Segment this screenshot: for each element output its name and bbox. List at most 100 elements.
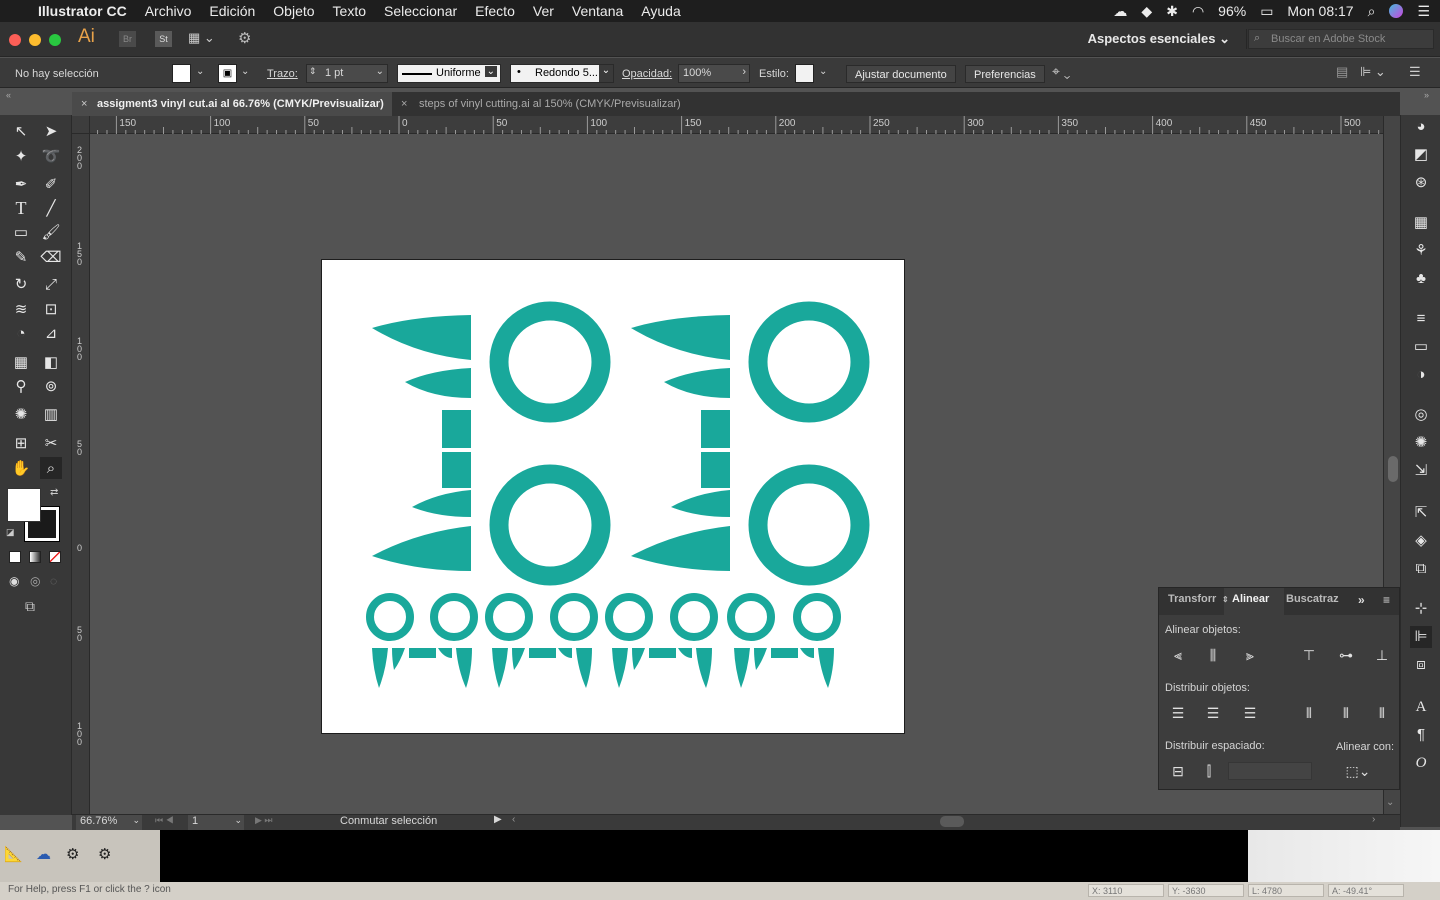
menu-seleccionar[interactable]: Seleccionar [375, 3, 466, 19]
creative-cloud-icon[interactable]: ☁ [1113, 3, 1127, 20]
gradient-panel-icon[interactable]: ▭ [1410, 336, 1432, 358]
paragraph-panel-icon[interactable]: ¶ [1410, 724, 1432, 746]
zoom-level-field[interactable]: 66.76% ⌄ [76, 815, 142, 830]
draw-behind-icon[interactable]: ◎ [30, 574, 40, 588]
appearance-panel-icon[interactable]: ◎ [1410, 404, 1432, 426]
menu-app-name[interactable]: Illustrator CC [29, 3, 136, 19]
graphic-styles-icon[interactable]: ✺ [1410, 432, 1432, 454]
blend-tool-icon[interactable]: ⊚ [40, 375, 62, 397]
menu-efecto[interactable]: Efecto [466, 3, 524, 19]
stock-button[interactable]: St [155, 31, 172, 47]
spacing-value-field[interactable] [1228, 762, 1312, 780]
default-fill-stroke-icon[interactable]: ◪ [6, 527, 15, 538]
scroll-right-icon[interactable]: › [1372, 814, 1375, 825]
variable-width-profile[interactable]: Uniforme ⌄ [397, 64, 501, 83]
window-close-button[interactable] [9, 34, 21, 46]
opacity-field[interactable]: 100% › [678, 64, 750, 83]
align-bottom-icon[interactable]: ⊥ [1373, 646, 1391, 664]
stroke-label[interactable]: Trazo: [267, 65, 298, 83]
style-dropdown-icon[interactable]: ⌄ [819, 66, 827, 77]
draw-normal-icon[interactable]: ◉ [9, 574, 19, 588]
direct-selection-tool-icon[interactable]: ➤ [40, 120, 62, 142]
hand-tool-icon[interactable]: ✋ [10, 457, 32, 479]
character-panel-icon[interactable]: A [1410, 696, 1432, 718]
tab-align[interactable]: Alinear [1232, 593, 1269, 605]
ruler-tool-icon[interactable]: 📐 [4, 845, 23, 863]
tab-pathfinder[interactable]: Buscatraz [1286, 593, 1339, 605]
perspective-grid-tool-icon[interactable]: ⊿ [40, 322, 62, 344]
asset-export-icon[interactable]: ⇲ [1410, 460, 1432, 482]
free-transform-tool-icon[interactable]: ⊡ [40, 298, 62, 320]
symbol-sprayer-tool-icon[interactable]: ✺ [10, 403, 32, 425]
adjust-document-button[interactable]: Ajustar documento [846, 65, 956, 83]
chevron-down-icon[interactable]: ⌄ [376, 66, 384, 77]
horizontal-distribute-space-icon[interactable]: ⫿ [1200, 762, 1218, 780]
distribute-right-icon[interactable]: ⫴ [1373, 704, 1391, 722]
control-menu-icon[interactable]: ☰ [1409, 64, 1421, 80]
tab-stepper-icon[interactable]: ⇕ [1222, 595, 1229, 604]
line-segment-tool-icon[interactable]: ╱ [40, 197, 62, 219]
brush-definition[interactable]: • Redondo 5... ⌄ [510, 64, 614, 83]
layers-icon[interactable]: ◈ [1410, 530, 1432, 552]
chevron-down-icon[interactable]: ⌄ [1386, 797, 1394, 808]
scrollbar-thumb[interactable] [1388, 456, 1398, 482]
distribute-bottom-icon[interactable]: ☰ [1241, 704, 1259, 722]
opentype-panel-icon[interactable]: O [1410, 752, 1432, 774]
color-panel-icon[interactable]: ◕ [1410, 116, 1432, 138]
more-tabs-icon[interactable]: » [1358, 593, 1365, 607]
type-tool-icon[interactable]: T [10, 197, 32, 219]
gradient-mode-icon[interactable] [29, 551, 41, 563]
fill-swatch[interactable] [172, 64, 191, 83]
warp-tool-icon[interactable]: ≋ [10, 298, 32, 320]
toggle-selection-status[interactable]: Conmutar selección [340, 815, 437, 827]
cc-libraries-icon[interactable]: ⊛ [1410, 172, 1432, 194]
menu-archivo[interactable]: Archivo [136, 3, 201, 19]
pathfinder-icon[interactable]: ⧈ [1410, 654, 1432, 676]
distribute-vertical-center-icon[interactable]: ☰ [1204, 704, 1222, 722]
settings-icon[interactable]: ⚙ [98, 845, 111, 863]
distribute-horizontal-center-icon[interactable]: ⫴ [1337, 704, 1355, 722]
panel-menu-icon[interactable]: ≡ [1383, 593, 1390, 607]
window-minimize-button[interactable] [29, 34, 41, 46]
gpu-performance-icon[interactable]: ⚙ [238, 29, 251, 47]
adobe-stock-search-input[interactable]: ⌕ Buscar en Adobe Stock [1248, 29, 1434, 49]
window-zoom-button[interactable] [49, 34, 61, 46]
align-horizontal-center-icon[interactable]: ⫼ [1204, 646, 1222, 664]
close-tab-icon[interactable]: × [401, 92, 407, 116]
menu-edicion[interactable]: Edición [200, 3, 264, 19]
graphic-style-swatch[interactable] [795, 64, 814, 83]
preferences-button[interactable]: Preferencias [965, 65, 1045, 83]
scroll-left-icon[interactable]: ‹ [512, 814, 515, 825]
align-panel-icon[interactable]: ▤ [1336, 64, 1348, 80]
stepper-icon[interactable]: ⇕ [309, 66, 317, 77]
stroke-weight-field[interactable]: ⇕ 1 pt ⌄ [306, 64, 388, 83]
scale-tool-icon[interactable]: ⤢ [40, 273, 62, 295]
arrange-documents-icon[interactable]: ▦ ⌄ [188, 30, 215, 46]
menu-ayuda[interactable]: Ayuda [632, 3, 689, 19]
color-mode-icon[interactable] [9, 551, 21, 563]
eyedropper-tool-icon[interactable]: ⚲ [10, 375, 32, 397]
screen-mode-icon[interactable]: ⧉ [25, 598, 35, 615]
gears-icon[interactable]: ⚙ [66, 845, 79, 863]
eraser-tool-icon[interactable]: ⌫ [40, 246, 62, 268]
distribute-top-icon[interactable]: ☰ [1169, 704, 1187, 722]
shaper-tool-icon[interactable]: ✎ [10, 246, 32, 268]
menu-objeto[interactable]: Objeto [264, 3, 323, 19]
status-menu-icon[interactable]: ▶ [494, 814, 502, 825]
mesh-tool-icon[interactable]: ▦ [10, 351, 32, 373]
opacity-label[interactable]: Opacidad: [622, 65, 672, 83]
align-left-icon[interactable]: ⫷ [1169, 646, 1187, 664]
align-to-selection-icon[interactable]: ⬚⌄ [1344, 762, 1372, 780]
fill-dropdown-icon[interactable]: ⌄ [196, 66, 204, 77]
last-artboard-icon[interactable]: ▶ ⏭ [255, 815, 273, 826]
zoom-tool-icon[interactable]: ⌕ [40, 457, 62, 479]
horizontal-ruler[interactable]: 150 100 50 0 50 100 150 200 250 300 350 400 450 500 [90, 116, 1383, 134]
transform-panel-icon[interactable]: ⊹ [1410, 598, 1432, 620]
spotlight-icon[interactable]: ⌕ [1368, 3, 1376, 20]
magic-wand-tool-icon[interactable]: ✦ [10, 145, 32, 167]
notification-center-icon[interactable]: ☰ [1417, 3, 1430, 20]
tab-assigment3[interactable]: × assigment3 vinyl cut.ai al 66.76% (CMY… [72, 92, 392, 116]
gradient-tool-icon[interactable]: ◧ [40, 351, 62, 373]
paintbrush-tool-icon[interactable]: 🖌 [40, 221, 62, 243]
stroke-panel-icon[interactable]: ≡ [1410, 308, 1432, 330]
